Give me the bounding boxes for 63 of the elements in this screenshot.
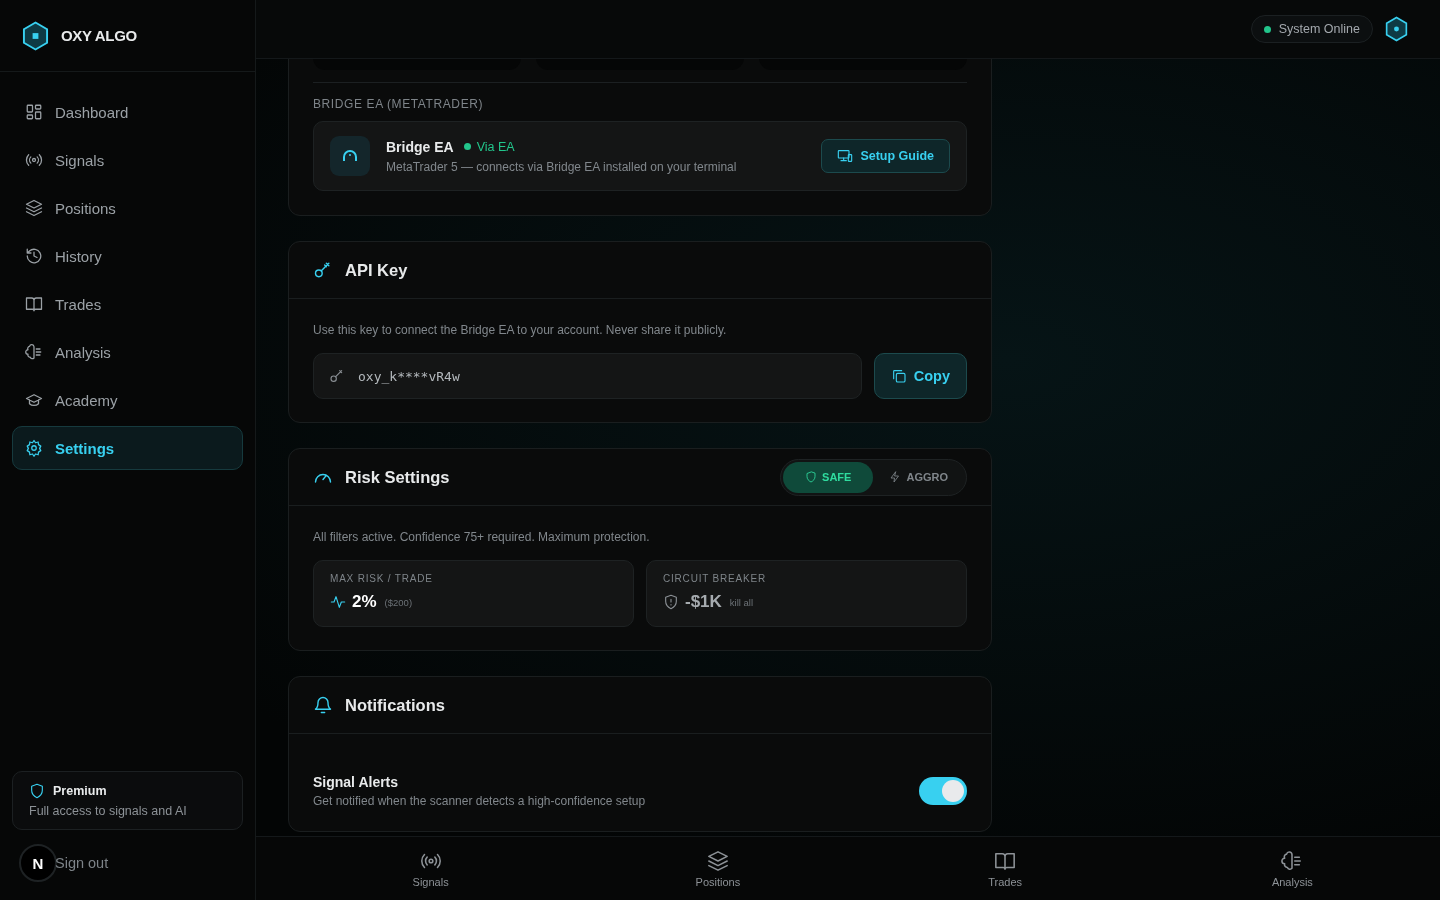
sidebar-item[interactable]: Dashboard — [12, 90, 243, 134]
bottom-nav-item[interactable]: Positions — [574, 837, 862, 900]
brain-icon — [1281, 849, 1304, 872]
api-key-field[interactable]: oxy_k****vR4w — [313, 353, 862, 399]
card-title: Notifications — [345, 695, 445, 715]
toggle-switch[interactable] — [919, 777, 967, 805]
monitor-icon — [837, 148, 854, 164]
sign-out-link[interactable]: Sign out — [55, 855, 109, 871]
bridge-description: MetaTrader 5 — connects via Bridge EA installed on your terminal — [386, 159, 738, 174]
settings-icon — [25, 439, 43, 457]
sidebar-item[interactable]: Settings — [12, 426, 243, 470]
notification-title: Signal Alerts — [313, 774, 400, 790]
pulse-icon — [330, 594, 346, 610]
section-label: BRIDGE EA (METATRADER) — [313, 97, 485, 111]
broadcast-icon — [25, 151, 43, 169]
system-status-badge: System Online — [1250, 15, 1373, 43]
user-avatar[interactable]: N — [19, 844, 57, 882]
sidebar-item[interactable]: Analysis — [12, 330, 243, 374]
api-key-hint: Use this key to connect the Bridge EA to your account. Never share it publicly. — [313, 323, 728, 337]
layers-icon — [706, 849, 729, 872]
bridge-name: Bridge EA — [386, 138, 454, 155]
grid-icon — [25, 103, 43, 121]
copy-icon — [890, 368, 907, 384]
bottom-nav-item[interactable]: Trades — [861, 837, 1149, 900]
stat-value: -$1K — [685, 592, 722, 612]
bottom-nav-item[interactable]: Signals — [287, 837, 575, 900]
shield-icon — [29, 783, 45, 799]
setup-guide-button[interactable]: Setup Guide — [821, 139, 950, 173]
hexagon-logo-icon[interactable] — [1385, 16, 1408, 42]
arch-icon — [330, 136, 370, 176]
stat-note: ($200) — [384, 596, 413, 608]
mode-tab[interactable]: SAFE — [783, 461, 874, 493]
brand-name: OXY ALGO — [61, 27, 137, 44]
lightning-icon — [889, 471, 902, 483]
brain-icon — [25, 343, 43, 361]
book-icon — [25, 295, 43, 313]
sidebar-item[interactable]: Positions — [12, 186, 243, 230]
plan-description: Full access to signals and AI — [29, 804, 188, 818]
shield-icon — [663, 594, 679, 610]
graduation-cap-icon — [25, 391, 43, 409]
stat-label: MAX RISK / TRADE — [330, 573, 434, 584]
risk-description: All filters active. Confidence 75+ required. Maximum protection. — [313, 530, 651, 544]
status-label: Via EA — [463, 139, 515, 154]
stat-value: 2% — [352, 592, 377, 612]
copy-button[interactable]: Copy — [873, 353, 967, 399]
shield-icon — [805, 471, 818, 483]
notification-description: Get notified when the scanner detects a high-confidence setup — [313, 794, 646, 808]
sidebar-item[interactable]: Trades — [12, 282, 243, 326]
card-title: API Key — [345, 260, 408, 280]
sidebar-item[interactable]: Signals — [12, 138, 243, 182]
sidebar-item[interactable]: History — [12, 234, 243, 278]
history-icon — [25, 247, 43, 265]
hexagon-logo-icon — [22, 20, 49, 51]
plan-title: Premium — [53, 784, 107, 798]
key-icon — [329, 368, 345, 384]
stat-label: CIRCUIT BREAKER — [663, 573, 767, 584]
bottom-nav-item[interactable]: Analysis — [1148, 837, 1436, 900]
sidebar-item[interactable]: Academy — [12, 378, 243, 422]
card-title: Risk Settings — [345, 467, 450, 487]
mode-tab[interactable]: AGGRO — [873, 461, 964, 493]
stat-note: kill all — [729, 596, 754, 608]
bell-icon — [313, 695, 333, 715]
layers-icon — [25, 199, 43, 217]
